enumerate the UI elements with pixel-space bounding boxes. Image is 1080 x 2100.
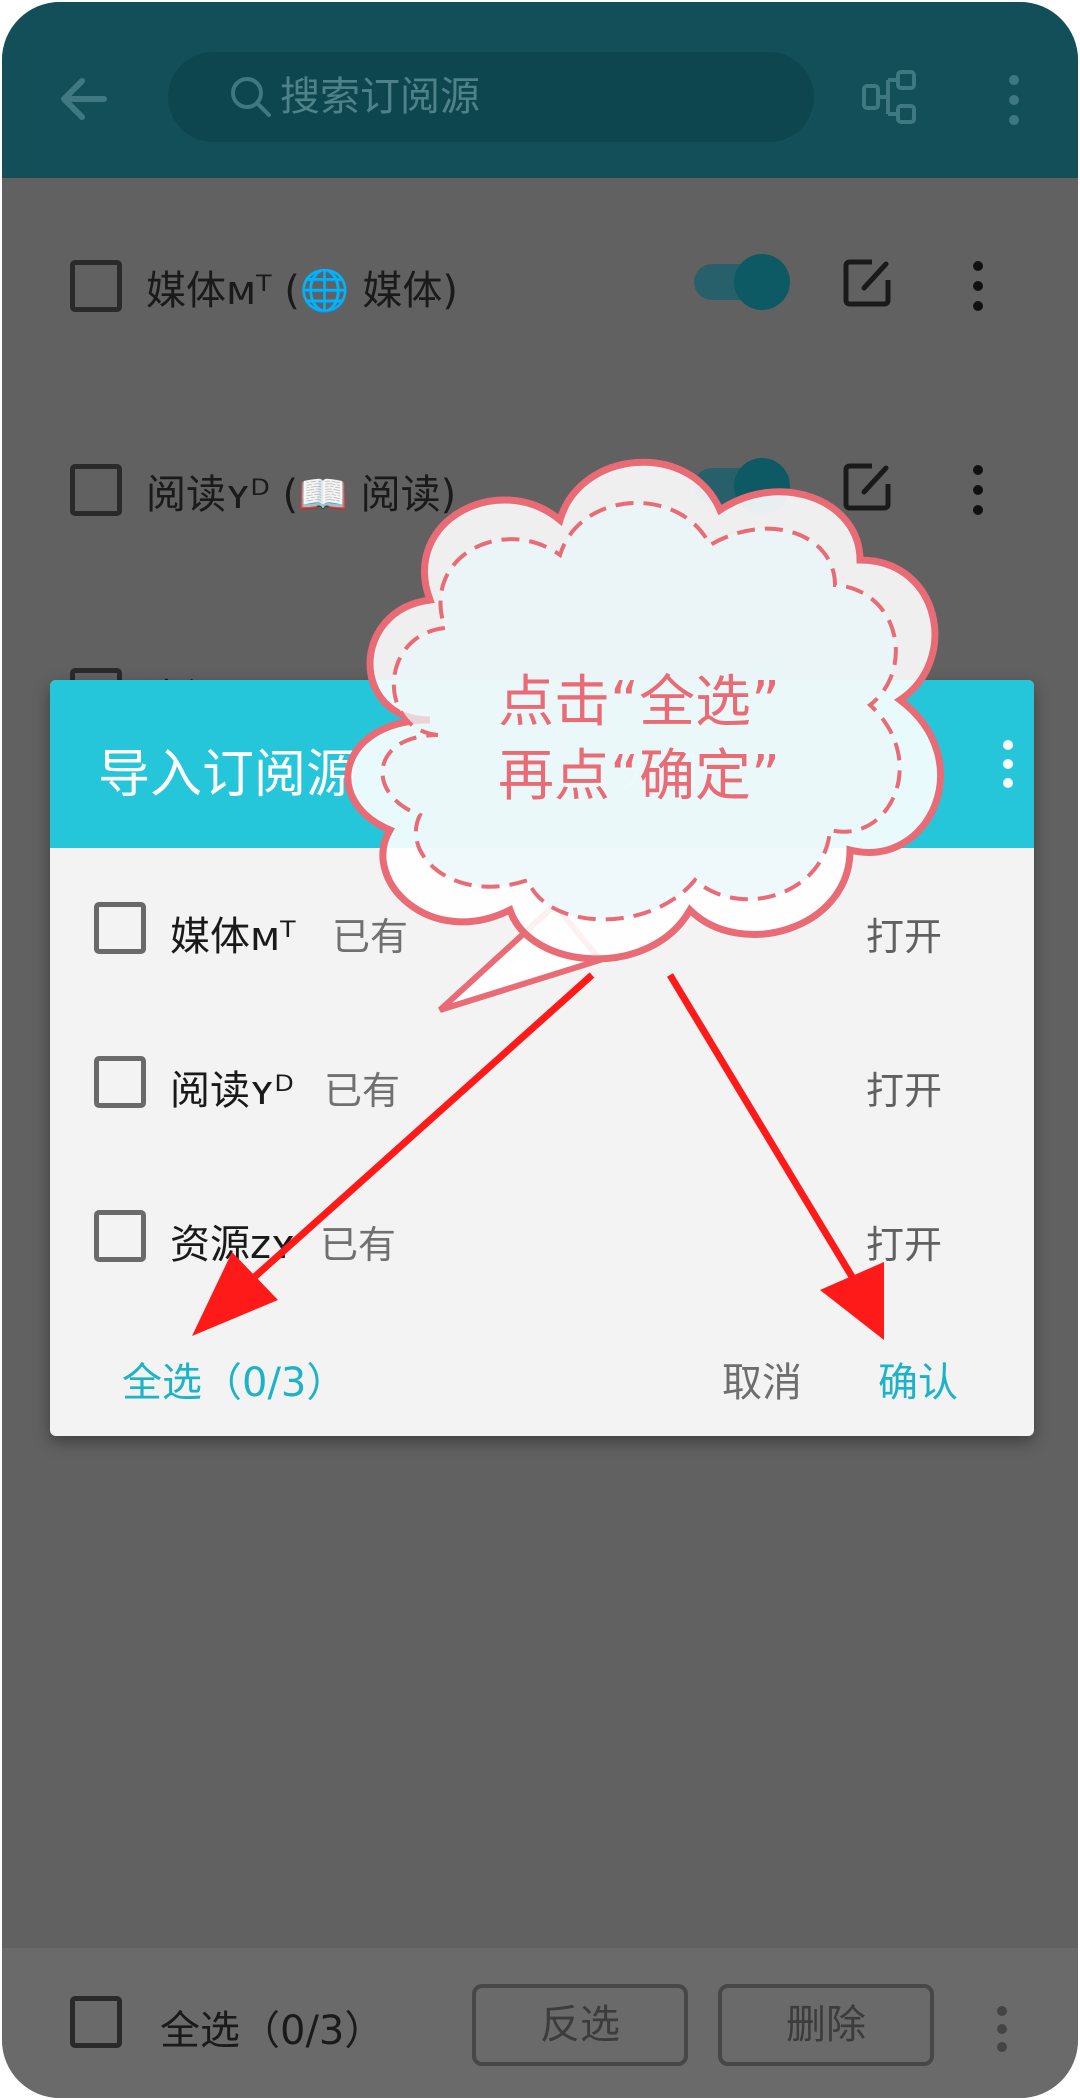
source-row[interactable]: 媒体ᴍᵀ (🌐 媒体) <box>2 212 1078 352</box>
open-link[interactable]: 打开 <box>866 1060 942 1115</box>
invert-selection-button[interactable]: 反选 <box>472 1984 688 2066</box>
item-status: 已有 <box>332 915 409 959</box>
group-icon[interactable] <box>860 68 920 126</box>
search-placeholder: 搜索订阅源 <box>280 74 480 120</box>
item-name: 资源zʏ <box>170 1222 296 1268</box>
item-status: 已有 <box>320 1223 397 1267</box>
checkbox-icon[interactable] <box>94 902 146 954</box>
top-app-bar: 搜索订阅源 <box>2 2 1078 178</box>
select-all-label: 全选（0/3） <box>160 2008 385 2054</box>
delete-button[interactable]: 删除 <box>718 1984 934 2066</box>
source-label: 阅读ʏᴰ (📖 阅读) <box>146 472 457 518</box>
checkbox-icon[interactable] <box>94 1210 146 1262</box>
source-label: 媒体ᴍᵀ (🌐 媒体) <box>146 268 459 314</box>
checkbox-icon[interactable] <box>70 260 122 312</box>
toggle-knob <box>734 254 790 310</box>
more-vertical-icon[interactable] <box>968 258 988 314</box>
item-name: 媒体ᴍᵀ <box>170 914 296 960</box>
dialog-item[interactable]: 媒体ᴍᵀ 已有 打开 <box>50 864 1034 984</box>
search-input[interactable]: 搜索订阅源 <box>168 52 814 142</box>
bottom-action-bar: 全选（0/3） 反选 删除 <box>2 1948 1078 2098</box>
cancel-button[interactable]: 取消 <box>722 1350 802 1408</box>
more-vertical-icon[interactable] <box>1002 72 1026 128</box>
toggle-knob <box>734 458 790 514</box>
dialog-item[interactable]: 阅读ʏᴰ 已有 打开 <box>50 1018 1034 1138</box>
back-arrow-icon[interactable] <box>54 68 116 130</box>
item-name: 阅读ʏᴰ <box>170 1068 294 1114</box>
more-vertical-icon[interactable] <box>968 462 988 518</box>
dialog-select-all-button[interactable]: 全选（0/3） <box>122 1350 346 1408</box>
more-vertical-icon[interactable] <box>998 738 1018 790</box>
edit-icon[interactable] <box>842 460 894 512</box>
select-all-checkbox[interactable] <box>70 1996 122 2048</box>
checkbox-icon[interactable] <box>94 1056 146 1108</box>
checkbox-icon[interactable] <box>70 464 122 516</box>
open-link[interactable]: 打开 <box>866 1214 942 1269</box>
annotation-line-2: 再点“确定” <box>498 744 781 809</box>
edit-icon[interactable] <box>842 256 894 308</box>
more-vertical-icon[interactable] <box>992 2004 1012 2054</box>
source-row[interactable]: 阅读ʏᴰ (📖 阅读) <box>2 416 1078 556</box>
annotation-line-1: 点击“全选” <box>498 670 781 735</box>
annotation-text: 点击“全选” 再点“确定” <box>498 666 858 814</box>
open-link[interactable]: 打开 <box>866 906 942 961</box>
dialog-item[interactable]: 资源zʏ 已有 打开 <box>50 1172 1034 1292</box>
phone-screen: 搜索订阅源 媒体ᴍᵀ (🌐 媒体) 阅读ʏᴰ (📖 阅读) 全选（0/3） 反选… <box>2 2 1078 2098</box>
dialog-title: 导入订阅源 <box>98 745 359 805</box>
confirm-button[interactable]: 确认 <box>878 1350 958 1408</box>
item-status: 已有 <box>324 1069 401 1113</box>
search-icon <box>231 77 271 117</box>
